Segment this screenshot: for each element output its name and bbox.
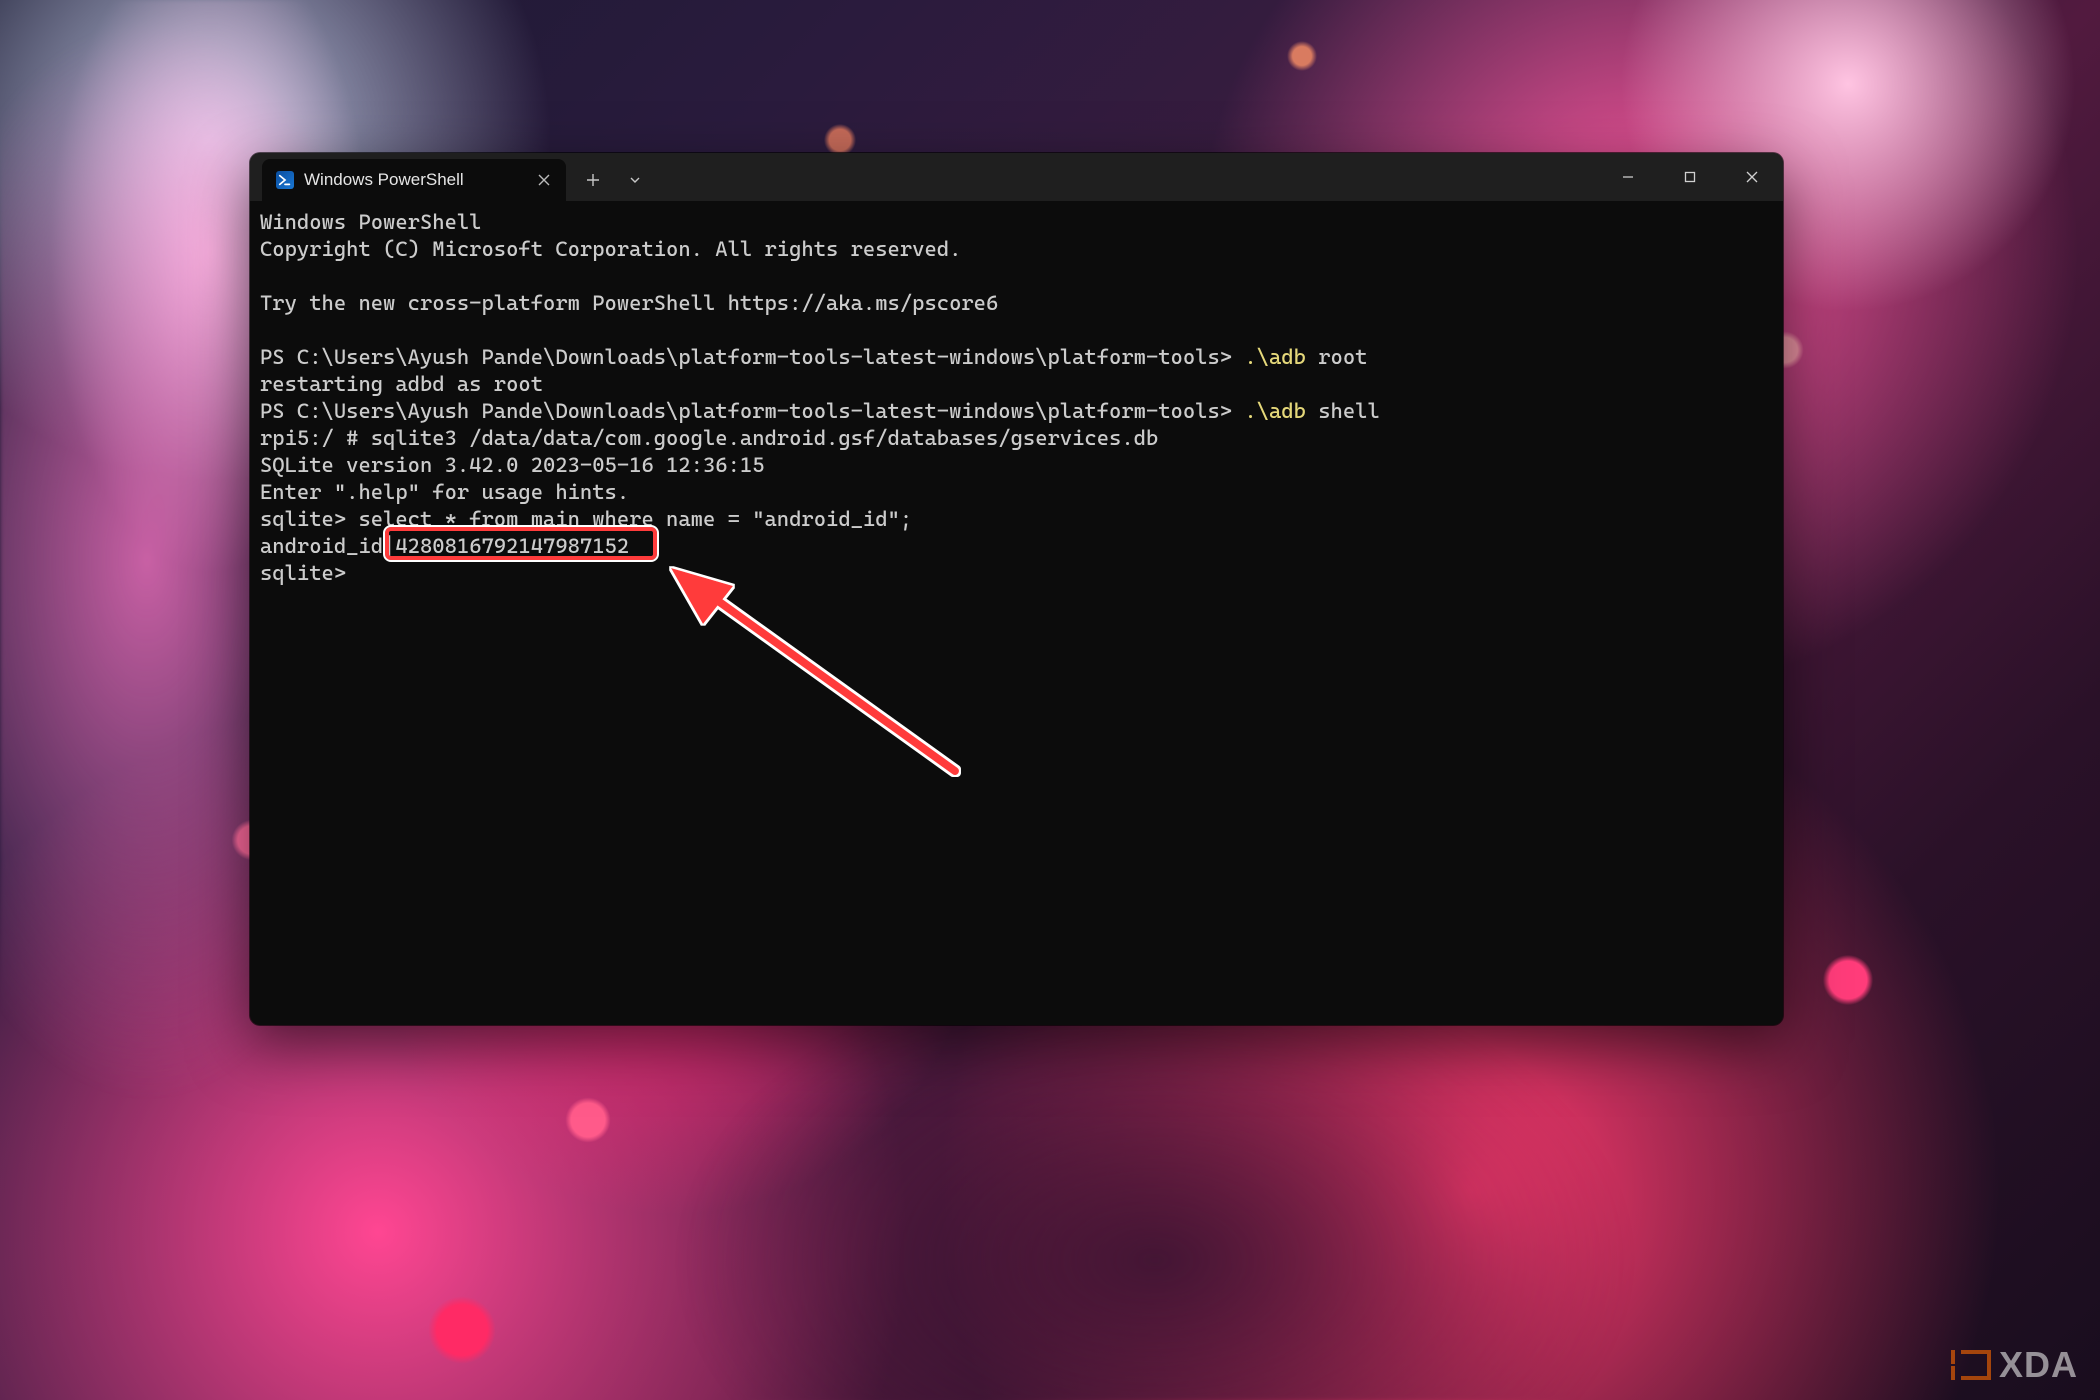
- cmd-text: .: [1244, 345, 1256, 369]
- powershell-icon: [276, 171, 294, 189]
- result-value-android-id: 4280816792147987152: [395, 534, 629, 558]
- maximize-button[interactable]: [1659, 153, 1721, 201]
- cmd-text: \adb: [1257, 399, 1319, 423]
- output-line: Try the new cross-platform PowerShell ht…: [260, 291, 998, 315]
- sqlite-prompt: sqlite>: [260, 561, 346, 585]
- prompt: PS C:\Users\Ayush Pande\Downloads\platfo…: [260, 345, 1244, 369]
- output-line: Windows PowerShell: [260, 210, 481, 234]
- annotation-arrow: [645, 546, 985, 806]
- tab-dropdown-button[interactable]: [616, 163, 654, 197]
- terminal-window: Windows PowerShell Windows Po: [250, 153, 1783, 1025]
- output-line: restarting adbd as root: [260, 372, 543, 396]
- prompt: PS C:\Users\Ayush Pande\Downloads\platfo…: [260, 399, 1244, 423]
- cmd-text: root: [1318, 345, 1367, 369]
- output-line: rpi5:/ # sqlite3 /data/data/com.google.a…: [260, 426, 1158, 450]
- titlebar[interactable]: Windows PowerShell: [250, 153, 1783, 201]
- output-line: Copyright (C) Microsoft Corporation. All…: [260, 237, 961, 261]
- cmd-text: .: [1244, 399, 1256, 423]
- tab-title: Windows PowerShell: [304, 170, 464, 190]
- watermark: XDA: [1961, 1344, 2078, 1386]
- close-button[interactable]: [1721, 153, 1783, 201]
- result-key: android_id|: [260, 534, 395, 558]
- output-line: sqlite> select * from main where name = …: [260, 507, 912, 531]
- window-controls: [1597, 153, 1783, 201]
- watermark-logo-icon: [1961, 1350, 1991, 1380]
- tabstrip-actions: [566, 153, 654, 201]
- cmd-text: \adb: [1257, 345, 1319, 369]
- minimize-button[interactable]: [1597, 153, 1659, 201]
- output-line: SQLite version 3.42.0 2023-05-16 12:36:1…: [260, 453, 765, 477]
- terminal-output[interactable]: Windows PowerShell Copyright (C) Microso…: [250, 201, 1783, 1025]
- output-line: Enter ".help" for usage hints.: [260, 480, 629, 504]
- tab-close-button[interactable]: [532, 168, 556, 192]
- tab-powershell[interactable]: Windows PowerShell: [262, 159, 566, 201]
- watermark-text: XDA: [1999, 1344, 2078, 1386]
- new-tab-button[interactable]: [574, 163, 612, 197]
- cmd-text: shell: [1318, 399, 1380, 423]
